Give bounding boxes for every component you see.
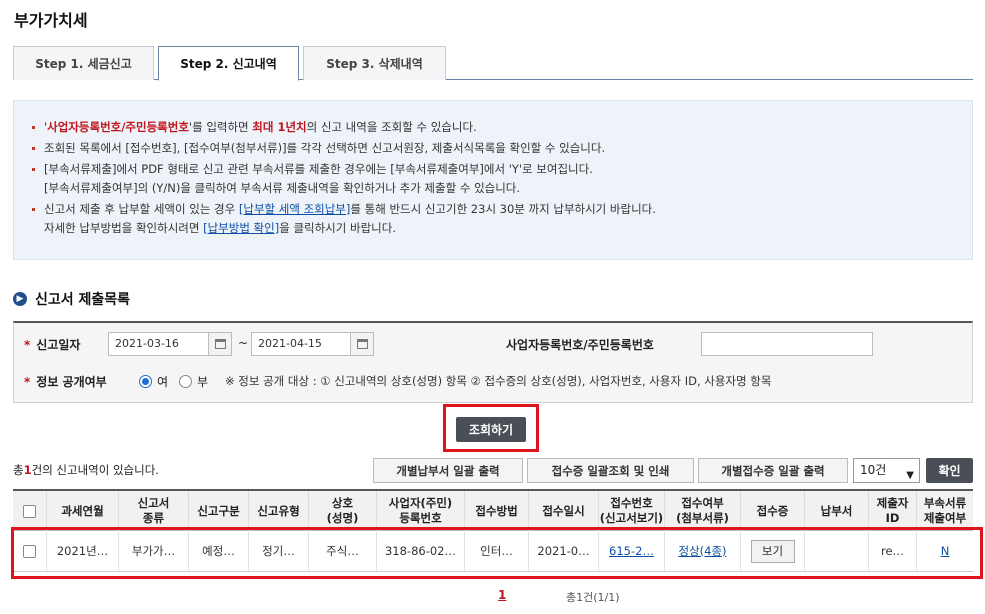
th-bizno: 사업자(주민) 등록번호 [377, 491, 465, 531]
bulk-paybill-button[interactable]: 개별납부서 일괄 출력 [373, 458, 523, 483]
chevron-down-icon: ▼ [906, 470, 914, 481]
confirm-button[interactable]: 확인 [926, 458, 973, 483]
th-type: 신고서 종류 [119, 491, 189, 531]
search-button[interactable]: 조회하기 [456, 417, 526, 442]
bulk-receipt-print-button[interactable]: 개별접수증 일괄 출력 [698, 458, 848, 483]
page-link-1[interactable]: 1 [498, 588, 506, 602]
row-highlight [11, 527, 983, 579]
th-receipt: 접수증 [741, 491, 805, 531]
select-all-cell [13, 491, 47, 531]
date-from-input[interactable]: 2021-03-16 [108, 332, 210, 356]
bulk-receipt-button[interactable]: 접수증 일괄조회 및 인쇄 [527, 458, 694, 483]
th-submitter: 제출자 ID [869, 491, 917, 531]
pay-method-link[interactable]: [납부방법 확인] [203, 221, 279, 235]
bizno-input[interactable] [701, 332, 873, 356]
search-box: * 신고일자 2021-03-16 ~ 2021-04-15 사업자등록번호/주민… [13, 321, 973, 403]
calendar-icon [356, 339, 368, 349]
th-status: 접수여부 (첨부서류) [665, 491, 741, 531]
info-line-4: 신고서 제출 후 납부할 세액이 있는 경우 [납부할 세액 조회납부]를 통해… [32, 199, 972, 220]
th-kind: 신고유형 [249, 491, 309, 531]
th-method: 접수방법 [465, 491, 529, 531]
page-title: 부가가치세 [14, 11, 88, 30]
info-line-2: 조회된 목록에서 [접수번호], [접수여부(첨부서류)]를 각각 선택하면 신… [32, 138, 972, 159]
date-to-input[interactable]: 2021-04-15 [251, 332, 351, 356]
disclose-note: ※ 정보 공개 대상 : ① 신고내역의 상호(성명) 항목 ② 접수증의 상호… [225, 374, 772, 388]
info-line-3b: [부속서류제출여부]의 (Y/N)을 클릭하여 부속서류 제출내역을 확인하거나… [44, 181, 521, 195]
disclose-label: * 정보 공개여부 [24, 375, 107, 389]
th-date: 접수일시 [529, 491, 599, 531]
info-line-5: 자세한 납부방법을 확인하시려면 [납부방법 확인]을 클릭하시기 바랍니다. [44, 221, 396, 235]
tab-step3[interactable]: Step 3. 삭제내역 [303, 46, 446, 80]
calendar-icon [214, 339, 226, 349]
info-line-3: [부속서류제출]에서 PDF 형태로 신고 관련 부속서류를 제출한 경우에는 … [32, 159, 972, 180]
result-count: 총1건의 신고내역이 있습니다. [13, 463, 159, 477]
date-label: * 신고일자 [24, 338, 81, 352]
th-category: 신고구분 [189, 491, 249, 531]
radio-no[interactable]: 부 [179, 373, 208, 390]
table-header: 과세연월 신고서 종류 신고구분 신고유형 상호 (성명) 사업자(주민) 등록번호 … [13, 489, 973, 531]
radio-yes[interactable]: 여 [139, 373, 168, 390]
calendar-to-button[interactable] [350, 332, 374, 356]
th-name: 상호 (성명) [309, 491, 377, 531]
tab-step2[interactable]: Step 2. 신고내역 [158, 46, 299, 81]
pay-tax-link[interactable]: [납부할 세액 조회납부] [239, 202, 351, 216]
select-all-checkbox[interactable] [23, 504, 36, 518]
section-title: ▶ 신고서 제출목록 [13, 289, 130, 309]
bizno-label: 사업자등록번호/주민등록번호 [506, 338, 654, 352]
step-tabs: Step 1. 세금신고 Step 2. 신고내역 Step 3. 삭제내역 [13, 46, 973, 81]
date-range-tilde: ~ [238, 336, 249, 350]
calendar-from-button[interactable] [208, 332, 232, 356]
tab-step1[interactable]: Step 1. 세금신고 [13, 46, 154, 80]
th-period: 과세연월 [47, 491, 119, 531]
info-line-1: '사업자등록번호/주민등록번호'를 입력하면 최대 1년치의 신고 내역을 조회… [32, 117, 972, 138]
info-box: '사업자등록번호/주민등록번호'를 입력하면 최대 1년치의 신고 내역을 조회… [13, 100, 973, 260]
pager-total: 총1건(1/1) [566, 591, 620, 604]
chevron-right-icon: ▶ [13, 292, 27, 306]
th-attach: 부속서류 제출여부 [923, 496, 967, 525]
page-size-select[interactable]: 10건 ▼ [853, 458, 920, 483]
th-recno: 접수번호 (신고서보기) [599, 491, 665, 531]
th-paybill: 납부서 [805, 491, 869, 531]
